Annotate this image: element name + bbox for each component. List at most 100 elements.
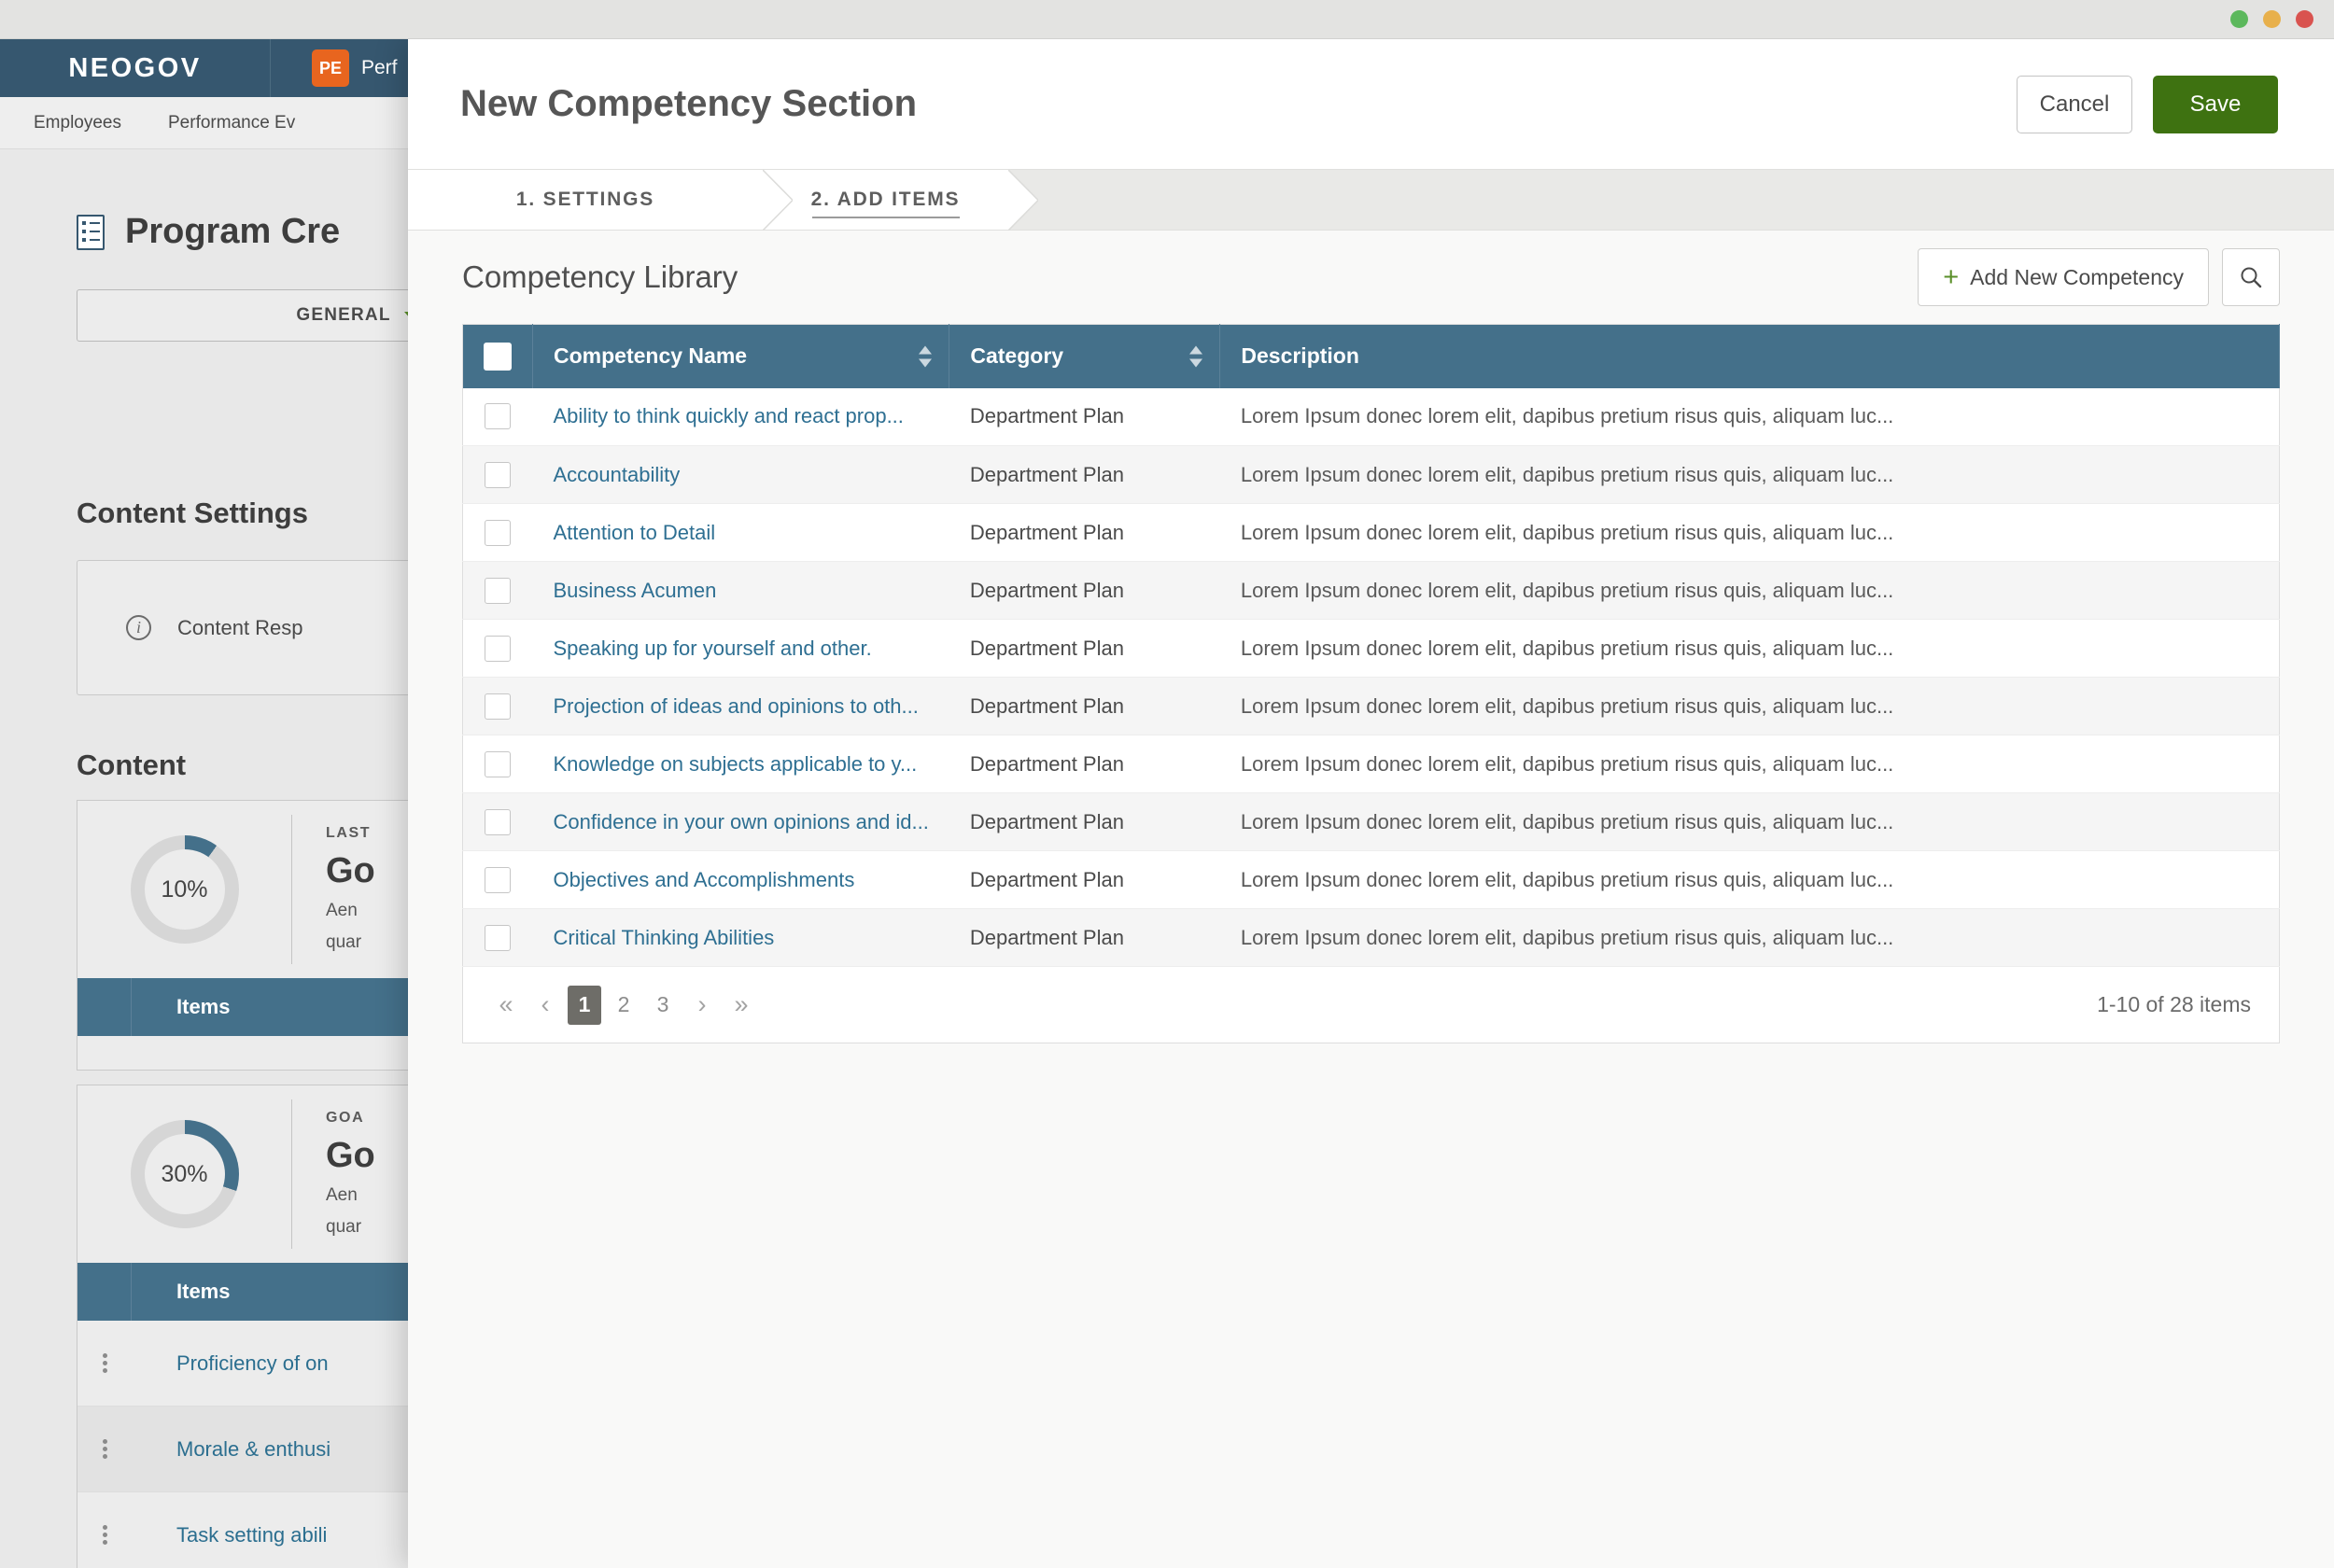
pager-first-icon[interactable]: « — [489, 986, 523, 1025]
row-checkbox[interactable] — [485, 750, 512, 777]
row-checkbox[interactable] — [485, 808, 512, 835]
table-row[interactable]: Business Acumen Department Plan Lorem Ipsu… — [462, 561, 2280, 620]
category-cell: Department Plan — [969, 462, 1124, 486]
row-select-cell[interactable] — [463, 562, 533, 620]
module-switcher[interactable]: PE Perf — [271, 49, 398, 87]
row-checkbox[interactable] — [485, 519, 512, 546]
row-checkbox[interactable] — [485, 635, 512, 662]
window-controls — [2230, 10, 2313, 28]
pager-page-3[interactable]: 3 — [646, 986, 680, 1025]
row-checkbox[interactable] — [485, 461, 512, 488]
sort-arrows-icon[interactable] — [1189, 345, 1203, 368]
save-button[interactable]: Save — [2153, 75, 2278, 133]
row-select-cell[interactable] — [463, 388, 533, 446]
table-row[interactable]: Projection of ideas and opinions to oth.… — [462, 677, 2280, 735]
goal-eyebrow: LAST — [326, 824, 372, 841]
new-competency-section-modal: New Competency Section Cancel Save 1. SE… — [408, 39, 2334, 1568]
info-icon: i — [126, 615, 151, 640]
column-header-competency-name[interactable]: Competency Name — [532, 324, 950, 388]
table-row[interactable]: Speaking up for yourself and other. Depar… — [462, 620, 2280, 678]
competency-name-cell[interactable]: Attention to Detail — [533, 504, 949, 562]
nav-item-employees[interactable]: Employees — [34, 113, 121, 133]
modal-actions: Cancel Save — [2017, 75, 2278, 133]
category-cell: Department Plan — [969, 404, 1124, 428]
row-checkbox[interactable] — [485, 866, 512, 893]
goal-eyebrow: GOA — [326, 1109, 365, 1126]
pager-next-icon[interactable]: › — [685, 986, 719, 1025]
row-select-cell[interactable] — [463, 735, 533, 793]
description-cell: Lorem Ipsum donec lorem elit, dapibus pr… — [1240, 809, 1894, 833]
pager-prev-icon[interactable]: ‹ — [528, 986, 562, 1025]
pager-last-icon[interactable]: » — [724, 986, 758, 1025]
row-select-cell[interactable] — [463, 909, 533, 967]
maximize-button-icon[interactable] — [2263, 10, 2281, 28]
neogov-logo[interactable]: NEOGOV — [0, 39, 271, 97]
goal-desc-line-1: Aen — [326, 900, 358, 920]
pager-page-1[interactable]: 1 — [568, 985, 601, 1025]
table-row[interactable]: Knowledge on subjects applicable to y...… — [462, 735, 2280, 793]
table-row[interactable]: Objectives and Accomplishments Department… — [462, 851, 2280, 909]
nav-item-performance-evaluations[interactable]: Performance Ev — [168, 113, 295, 133]
competency-name-cell[interactable]: Ability to think quickly and react prop.… — [533, 388, 949, 446]
table-row[interactable]: Ability to think quickly and react prop.… — [462, 388, 2280, 446]
pager-page-2[interactable]: 2 — [607, 986, 640, 1025]
modal-title: New Competency Section — [460, 83, 918, 124]
wizard-step-settings[interactable]: 1. SETTINGS — [408, 170, 793, 231]
pager-summary: 1-10 of 28 items — [2097, 992, 2251, 1016]
page-title-row: Program Cre — [77, 212, 340, 252]
row-checkbox[interactable] — [485, 924, 512, 951]
category-cell: Department Plan — [969, 809, 1124, 833]
table-row[interactable]: Attention to Detail Department Plan Lorem … — [462, 504, 2280, 562]
competency-library-panel: Competency Library + Add New Competency — [408, 231, 2334, 1043]
competency-name-cell[interactable]: Business Acumen — [533, 562, 949, 620]
row-select-cell[interactable] — [463, 793, 533, 851]
row-select-cell[interactable] — [463, 678, 533, 735]
drag-handle-icon[interactable] — [77, 1351, 132, 1376]
progress-donut: 30% — [130, 1120, 239, 1228]
table-row[interactable]: Accountability Department Plan Lorem Ipsum… — [462, 445, 2280, 504]
drag-handle-icon[interactable] — [77, 1522, 132, 1547]
column-header-category[interactable]: Category — [949, 324, 1221, 388]
minimize-button-icon[interactable] — [2230, 10, 2248, 28]
competency-name-cell[interactable]: Accountability — [533, 446, 949, 504]
table-row[interactable]: Confidence in your own opinions and id..… — [462, 792, 2280, 851]
category-cell: Department Plan — [969, 867, 1124, 891]
competency-name-cell[interactable]: Critical Thinking Abilities — [533, 909, 949, 967]
list-item-label: Task setting abili — [176, 1522, 328, 1547]
close-button-icon[interactable] — [2296, 10, 2313, 28]
description-cell: Lorem Ipsum donec lorem elit, dapibus pr… — [1240, 751, 1894, 776]
row-select-cell[interactable] — [463, 446, 533, 504]
add-new-competency-button[interactable]: + Add New Competency — [1918, 248, 2209, 306]
goal-desc-line-2: quar — [326, 1216, 362, 1237]
goal-name: Go — [326, 1135, 375, 1175]
table-row[interactable]: Critical Thinking Abilities Department Pl… — [462, 908, 2280, 967]
row-select-cell[interactable] — [463, 620, 533, 678]
competency-name-cell[interactable]: Objectives and Accomplishments — [533, 851, 949, 909]
competency-table: Competency Name Category Description Abi… — [462, 324, 2280, 967]
row-checkbox[interactable] — [485, 693, 512, 720]
row-checkbox[interactable] — [485, 577, 512, 604]
plus-icon: + — [1943, 261, 1960, 292]
description-cell: Lorem Ipsum donec lorem elit, dapibus pr… — [1240, 578, 1894, 602]
search-button[interactable] — [2222, 248, 2280, 306]
pe-badge: PE — [312, 49, 349, 87]
wizard-step-add-items[interactable]: 2. ADD ITEMS — [763, 170, 1038, 231]
row-select-cell[interactable] — [463, 851, 533, 909]
competency-name-cell[interactable]: Confidence in your own opinions and id..… — [533, 793, 949, 851]
sort-arrows-icon[interactable] — [919, 345, 933, 368]
row-select-cell[interactable] — [463, 504, 533, 562]
competency-name-cell[interactable]: Knowledge on subjects applicable to y... — [533, 735, 949, 793]
description-cell: Lorem Ipsum donec lorem elit, dapibus pr… — [1240, 520, 1894, 544]
library-title: Competency Library — [462, 259, 738, 294]
competency-name-cell[interactable]: Projection of ideas and opinions to oth.… — [533, 678, 949, 735]
drag-handle-icon[interactable] — [77, 1436, 132, 1462]
select-all-header[interactable] — [462, 324, 533, 388]
select-all-checkbox[interactable] — [484, 342, 512, 371]
competency-name-cell[interactable]: Speaking up for yourself and other. — [533, 620, 949, 678]
step-chevron-icon — [1008, 170, 1038, 231]
items-header-label: Items — [176, 995, 231, 1018]
active-step-underline — [811, 217, 960, 218]
row-checkbox[interactable] — [485, 403, 512, 430]
description-cell: Lorem Ipsum donec lorem elit, dapibus pr… — [1240, 462, 1894, 486]
cancel-button[interactable]: Cancel — [2017, 75, 2132, 133]
